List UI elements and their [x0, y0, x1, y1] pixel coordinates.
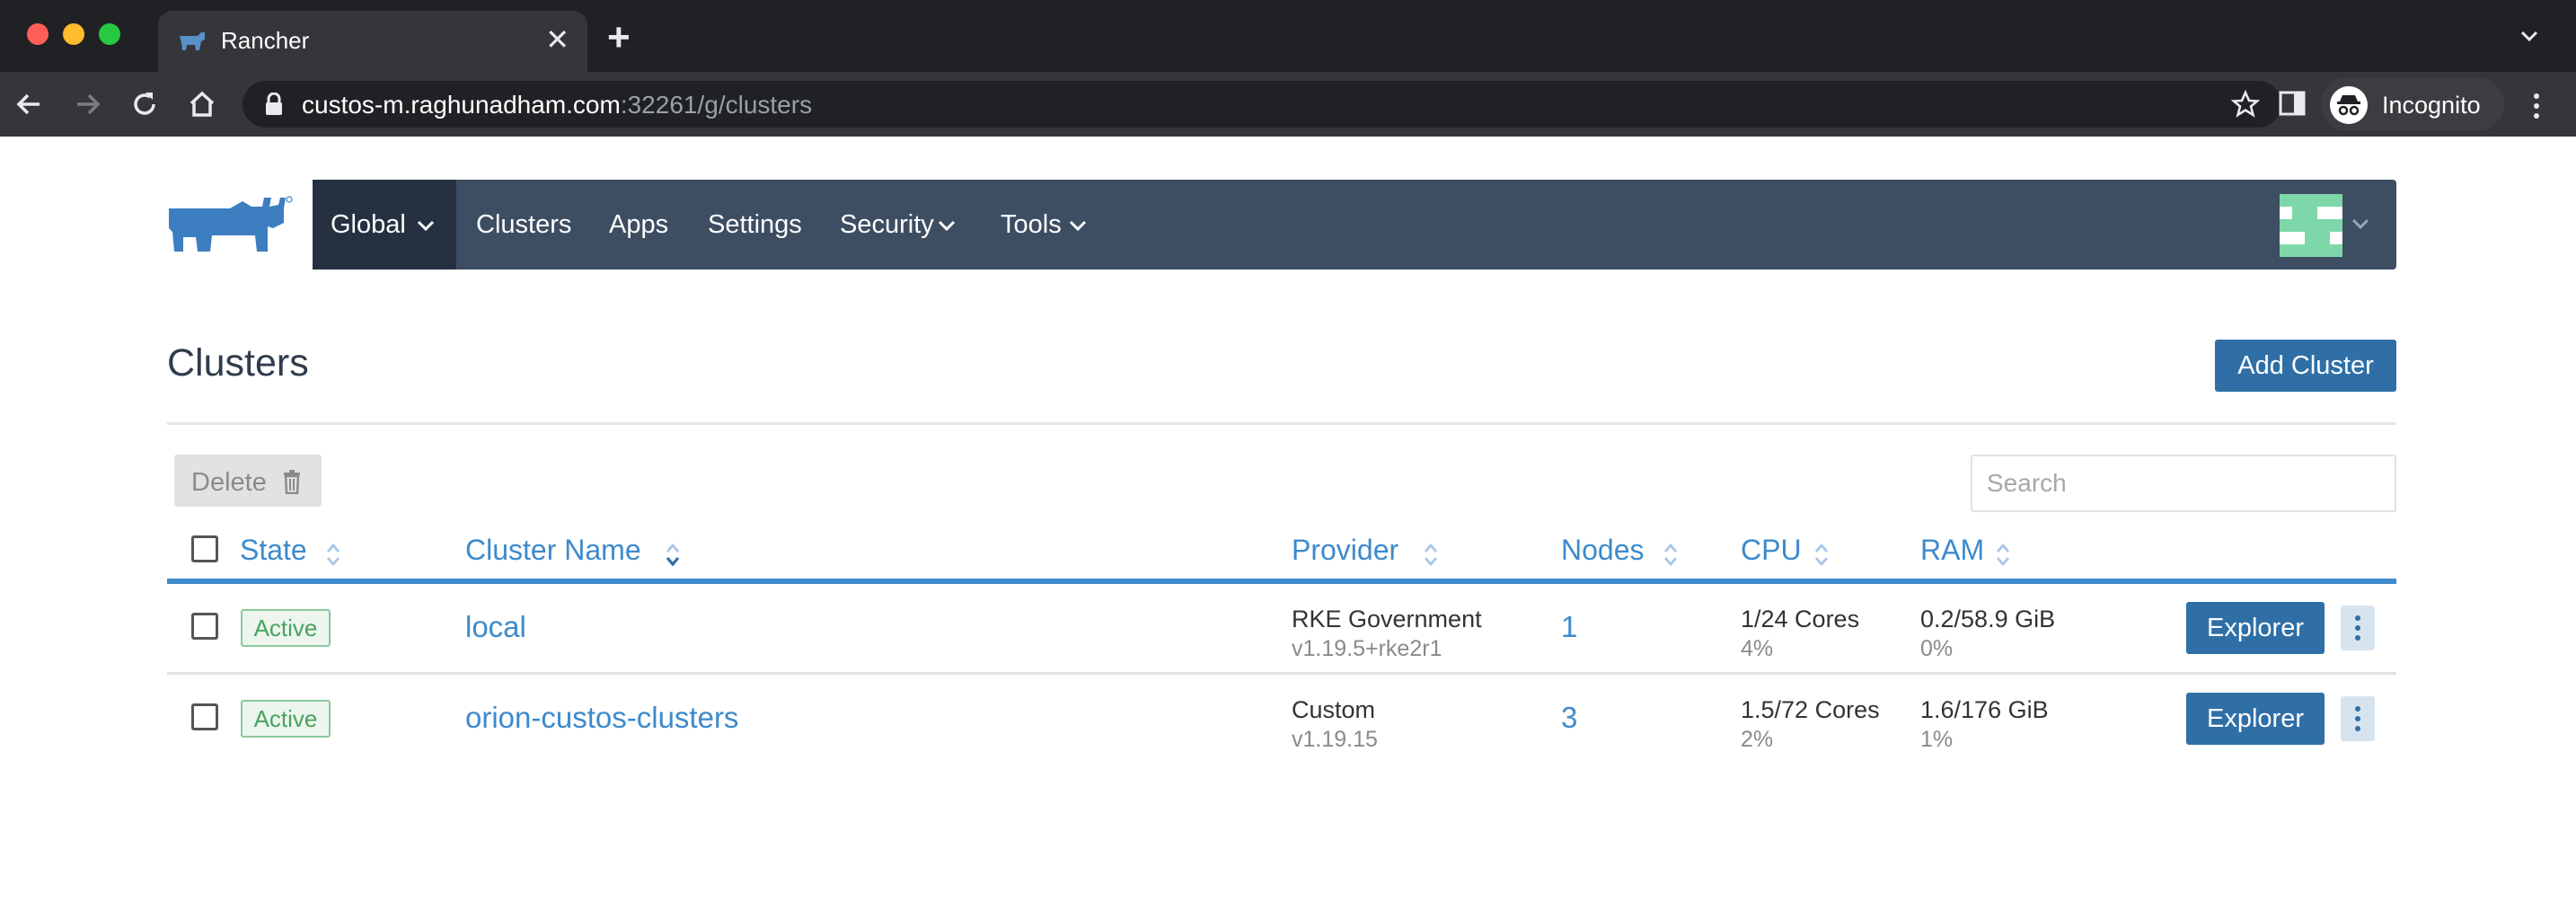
- tab-close-icon[interactable]: ✕: [545, 25, 569, 54]
- nav-settings[interactable]: Settings: [708, 210, 802, 240]
- nav-apps[interactable]: Apps: [609, 210, 668, 240]
- nodes-count-link[interactable]: 3: [1561, 701, 1577, 735]
- nav-tools[interactable]: Tools: [1001, 210, 1062, 240]
- trash-icon: [284, 470, 300, 494]
- address-bar[interactable]: custos-m.raghunadham.com:32261/g/cluster…: [243, 81, 2281, 128]
- divider: [167, 422, 2396, 425]
- nav-global[interactable]: Global: [313, 180, 456, 270]
- nav-global-label: Global: [331, 210, 406, 239]
- minimize-window-button[interactable]: [63, 23, 84, 45]
- forward-icon[interactable]: [70, 87, 104, 121]
- status-badge: Active: [241, 609, 331, 647]
- cluster-name-link[interactable]: orion-custos-clusters: [465, 701, 738, 735]
- row-divider: [167, 672, 2396, 675]
- column-header-nodes[interactable]: Nodes: [1561, 534, 1645, 567]
- status-badge: Active: [241, 700, 331, 738]
- back-icon[interactable]: [13, 87, 47, 121]
- nav-security[interactable]: Security: [840, 210, 934, 240]
- column-header-cluster-name[interactable]: Cluster Name: [465, 534, 641, 567]
- row-checkbox[interactable]: [191, 613, 218, 640]
- incognito-icon: [2330, 86, 2368, 124]
- page-title: Clusters: [167, 341, 309, 385]
- chevron-down-icon: [417, 220, 435, 232]
- ram-usage: 0.2/58.9 GiB: [1920, 606, 2056, 632]
- tab-title: Rancher: [221, 27, 310, 54]
- star-icon[interactable]: [2231, 90, 2260, 119]
- nodes-count-link[interactable]: 1: [1561, 610, 1577, 644]
- browser-toolbar: custos-m.raghunadham.com:32261/g/cluster…: [0, 72, 2576, 137]
- chevron-down-icon[interactable]: [2351, 217, 2369, 230]
- search-input[interactable]: [1971, 455, 2396, 512]
- column-header-cpu[interactable]: CPU: [1741, 534, 1802, 567]
- lock-icon: [266, 93, 282, 115]
- close-window-button[interactable]: [27, 23, 49, 45]
- row-actions-kebab-icon[interactable]: [2341, 606, 2375, 650]
- provider-version: v1.19.15: [1292, 727, 1378, 752]
- column-header-state[interactable]: State: [240, 534, 307, 567]
- provider-version: v1.19.5+rke2r1: [1292, 636, 1442, 661]
- ram-percent: 1%: [1920, 727, 1954, 752]
- sort-icon[interactable]: [324, 539, 342, 570]
- browser-tab[interactable]: Rancher ✕: [158, 11, 587, 72]
- column-header-provider[interactable]: Provider: [1292, 534, 1398, 567]
- browser-tab-strip: Rancher ✕ +: [0, 0, 2576, 72]
- sort-icon[interactable]: [1662, 539, 1680, 570]
- cpu-percent: 4%: [1741, 636, 1774, 661]
- more-icon[interactable]: [2526, 90, 2547, 122]
- user-avatar[interactable]: [2280, 194, 2342, 257]
- home-icon[interactable]: [185, 87, 219, 121]
- url-host: custos-m.raghunadham.com: [302, 91, 621, 119]
- explorer-button[interactable]: Explorer: [2186, 602, 2325, 654]
- delete-label: Delete: [191, 468, 267, 497]
- url-path: :32261/g/clusters: [620, 91, 813, 119]
- url-text[interactable]: custos-m.raghunadham.com:32261/g/cluster…: [302, 91, 812, 119]
- main-navbar: Global Clusters Apps Settings Security T…: [313, 180, 2396, 270]
- row-checkbox[interactable]: [191, 703, 218, 730]
- column-header-ram[interactable]: RAM: [1920, 534, 1984, 567]
- reload-icon[interactable]: [128, 87, 162, 121]
- add-cluster-button[interactable]: Add Cluster: [2215, 340, 2396, 392]
- rancher-favicon-icon: [180, 32, 205, 50]
- explorer-button[interactable]: Explorer: [2186, 693, 2325, 745]
- incognito-label: Incognito: [2382, 92, 2481, 119]
- incognito-profile-button[interactable]: Incognito: [2321, 77, 2504, 131]
- sort-icon[interactable]: [664, 539, 682, 570]
- rancher-logo[interactable]: [167, 196, 293, 255]
- cluster-name-link[interactable]: local: [465, 610, 526, 644]
- tab-search-chevron-icon[interactable]: [2515, 22, 2544, 50]
- row-actions-kebab-icon[interactable]: [2341, 696, 2375, 741]
- sort-icon[interactable]: [1422, 539, 1440, 570]
- provider-name: RKE Government: [1292, 606, 1482, 632]
- cpu-usage: 1.5/72 Cores: [1741, 696, 1880, 723]
- cpu-percent: 2%: [1741, 727, 1774, 752]
- chevron-down-icon: [938, 220, 956, 232]
- cpu-usage: 1/24 Cores: [1741, 606, 1860, 632]
- ram-usage: 1.6/176 GiB: [1920, 696, 2049, 723]
- select-all-checkbox[interactable]: [191, 535, 218, 562]
- table-header-divider: [167, 579, 2396, 584]
- new-tab-button[interactable]: +: [607, 18, 631, 57]
- side-panel-icon[interactable]: [2276, 87, 2308, 119]
- delete-button[interactable]: Delete: [174, 455, 322, 507]
- provider-name: Custom: [1292, 696, 1376, 723]
- nav-clusters[interactable]: Clusters: [476, 210, 571, 240]
- maximize-window-button[interactable]: [99, 23, 120, 45]
- sort-icon[interactable]: [1994, 539, 2012, 570]
- sort-icon[interactable]: [1813, 539, 1831, 570]
- ram-percent: 0%: [1920, 636, 1954, 661]
- chevron-down-icon: [1069, 220, 1087, 232]
